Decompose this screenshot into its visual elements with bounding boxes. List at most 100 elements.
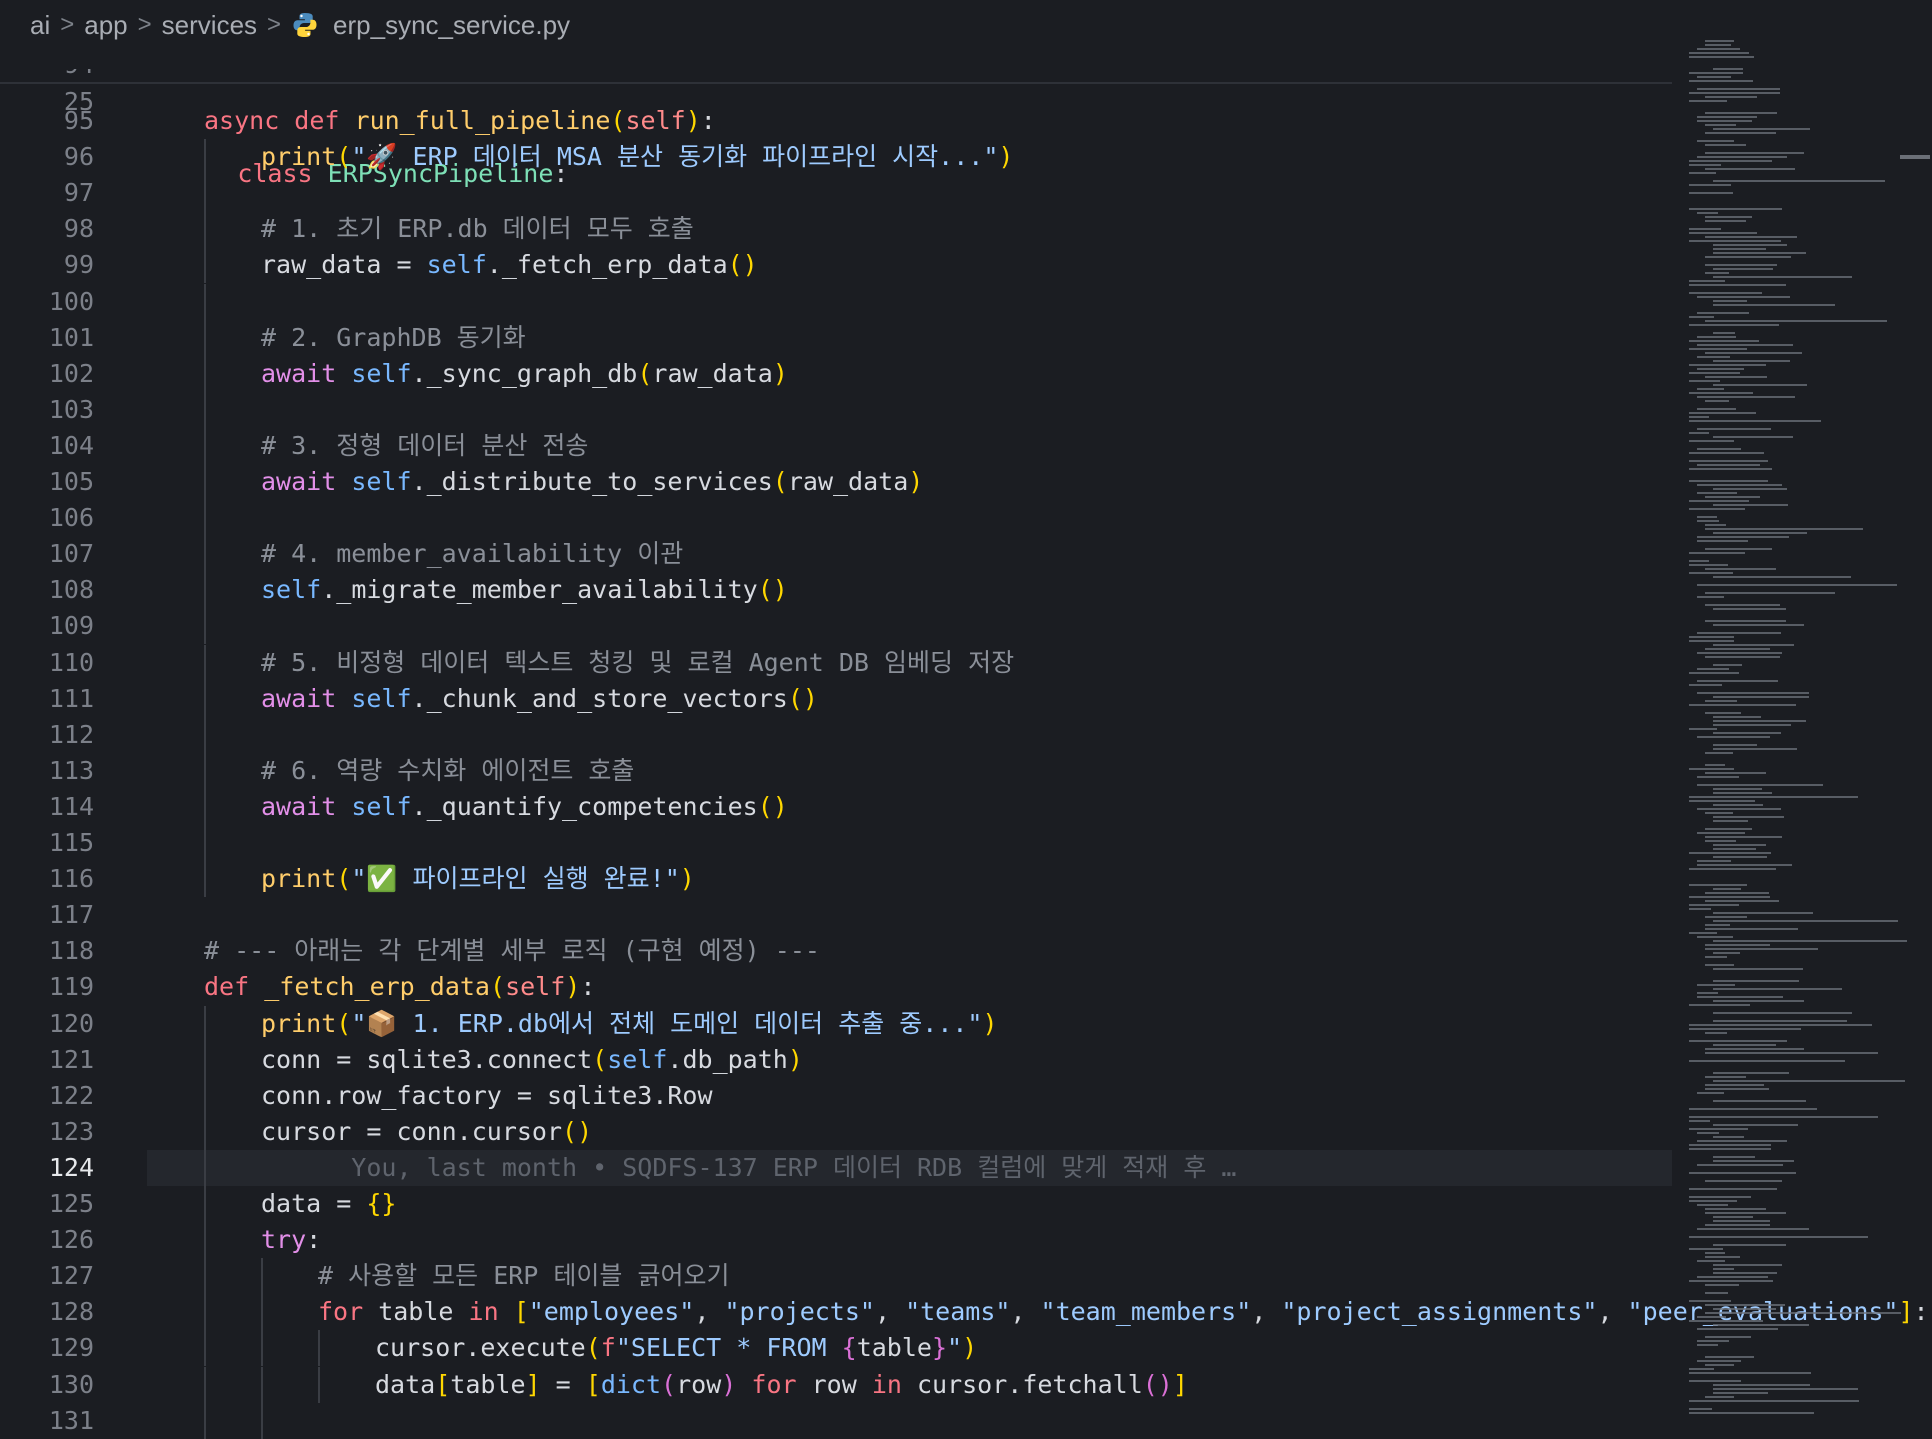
- minimap[interactable]: [1684, 40, 1914, 1422]
- minimap-line: [1697, 1328, 1779, 1330]
- minimap-line: [1705, 220, 1747, 222]
- minimap-line: [1689, 364, 1766, 366]
- indent-guide: [318, 1330, 320, 1367]
- code-line[interactable]: 99 raw_data = self._fetch_erp_data(): [0, 247, 1672, 284]
- minimap-line: [1697, 680, 1779, 682]
- minimap-line: [1713, 1308, 1777, 1310]
- indent-guide: [204, 608, 206, 645]
- minimap-line: [1705, 1336, 1751, 1338]
- minimap-line: [1689, 1004, 1750, 1006]
- indent-guide: [204, 680, 206, 717]
- minimap-line: [1689, 684, 1722, 686]
- code-line[interactable]: 109: [0, 608, 1672, 645]
- code-line: 94: [0, 69, 1672, 83]
- code-line[interactable]: 120 print("📦 1. ERP.db에서 전체 도메인 데이터 추출 중.…: [0, 1005, 1672, 1042]
- minimap-line: [1705, 840, 1736, 842]
- indent-guide: [204, 1005, 206, 1042]
- code-line[interactable]: 121 conn = sqlite3.connect(self.db_path): [0, 1041, 1672, 1078]
- minimap-line: [1705, 548, 1773, 550]
- minimap-line: [1713, 988, 1843, 990]
- line-number: 102: [48, 358, 94, 388]
- minimap-line: [1705, 924, 1730, 926]
- indent-guide: [204, 464, 206, 500]
- breadcrumb-file[interactable]: erp_sync_service.py: [333, 10, 570, 41]
- minimap-line: [1689, 240, 1781, 242]
- breadcrumb-item-services[interactable]: services: [162, 10, 257, 41]
- code-text: data = {}: [261, 1189, 397, 1218]
- code-line[interactable]: 100: [0, 283, 1672, 320]
- code-text: await self._distribute_to_services(raw_d…: [261, 467, 924, 496]
- code-line[interactable]: 97: [0, 175, 1672, 212]
- minimap-line: [1689, 672, 1739, 674]
- minimap-line: [1697, 212, 1718, 214]
- minimap-line: [1689, 908, 1712, 910]
- line-number: 95: [63, 106, 94, 135]
- code-line[interactable]: 112: [0, 716, 1672, 753]
- code-line[interactable]: 117: [0, 897, 1672, 933]
- code-line[interactable]: 131: [0, 1402, 1672, 1439]
- code-line[interactable]: 118 # --- 아래는 각 단계별 세부 로직 (구현 예정) ---: [0, 933, 1672, 969]
- minimap-line: [1713, 844, 1767, 846]
- code-line[interactable]: 101 # 2. GraphDB 동기화: [0, 319, 1672, 356]
- minimap-line: [1689, 1040, 1788, 1042]
- code-line[interactable]: 127 # 사용할 모든 ERP 테이블 긁어오기: [0, 1258, 1672, 1295]
- minimap-line: [1697, 48, 1740, 50]
- minimap-line: [1705, 1224, 1770, 1226]
- minimap-line: [1689, 292, 1762, 294]
- minimap-line: [1697, 464, 1760, 466]
- indent-guide: [204, 1366, 206, 1403]
- minimap-line: [1689, 52, 1749, 54]
- breadcrumb-item-ai[interactable]: ai: [30, 10, 50, 41]
- minimap-line: [1705, 956, 1728, 958]
- minimap-line: [1713, 848, 1757, 850]
- indent-guide: [204, 1077, 206, 1114]
- code-line[interactable]: 111 await self._chunk_and_store_vectors(): [0, 680, 1672, 717]
- code-line[interactable]: 104 # 3. 정형 데이터 분산 전송: [0, 427, 1672, 464]
- code-line[interactable]: 119 def _fetch_erp_data(self):: [0, 969, 1672, 1005]
- minimap-line: [1697, 356, 1730, 358]
- indent-guide: [204, 1258, 206, 1295]
- line-number: 104: [48, 430, 94, 460]
- code-line[interactable]: 98 # 1. 초기 ERP.db 데이터 모두 호출: [0, 211, 1672, 248]
- code-line[interactable]: 130 data[table] = [dict(row) for row in c…: [0, 1366, 1672, 1403]
- minimap-line: [1705, 604, 1781, 606]
- code-line[interactable]: 115: [0, 825, 1672, 861]
- breadcrumb-item-app[interactable]: app: [84, 10, 127, 41]
- code-line[interactable]: 107 # 4. member_availability 이관: [0, 536, 1672, 573]
- code-line[interactable]: 123 cursor = conn.cursor(): [0, 1113, 1672, 1150]
- code-line[interactable]: 122 conn.row_factory = sqlite3.Row: [0, 1077, 1672, 1114]
- code-line[interactable]: 129 cursor.execute(f"SELECT * FROM {table…: [0, 1330, 1672, 1367]
- minimap-line: [1713, 1384, 1810, 1386]
- code-line[interactable]: 106: [0, 500, 1672, 537]
- code-line[interactable]: 128 for table in ["employees", "projects"…: [0, 1294, 1929, 1331]
- code-line[interactable]: 105 await self._distribute_to_services(ra…: [0, 464, 1672, 500]
- minimap-line: [1689, 564, 1729, 566]
- current-code-line[interactable]: 124 You, last month • SQDFS-137 ERP 데이터 …: [49, 1149, 1672, 1186]
- minimap-line: [1705, 1312, 1901, 1314]
- code-line[interactable]: 114 await self._quantify_competencies(): [0, 788, 1672, 825]
- code-line[interactable]: 103: [0, 391, 1672, 428]
- minimap-line: [1697, 448, 1741, 450]
- code-line[interactable]: 102 await self._sync_graph_db(raw_data): [0, 355, 1672, 392]
- code-line[interactable]: 113 # 6. 역량 수치화 에이전트 호출: [0, 752, 1672, 789]
- minimap-line: [1705, 836, 1782, 838]
- minimap-line: [1705, 1208, 1767, 1210]
- code-line[interactable]: 96 print("🚀 ERP 데이터 MSA 분산 동기화 파이프라인 시작..…: [0, 139, 1672, 176]
- code-line[interactable]: 95 async def run_full_pipeline(self):: [0, 103, 1672, 139]
- minimap-line: [1705, 400, 1730, 402]
- code-line[interactable]: 126 try:: [0, 1222, 1672, 1259]
- minimap-line: [1697, 668, 1729, 670]
- minimap-line: [1713, 1072, 1789, 1074]
- minimap-line: [1689, 420, 1821, 422]
- minimap-line: [1713, 968, 1804, 970]
- minimap-line: [1697, 408, 1737, 410]
- code-line[interactable]: 110 # 5. 비정형 데이터 텍스트 청킹 및 로컬 Agent DB 임베딩…: [0, 644, 1672, 681]
- code-line[interactable]: 116 print("✅ 파이프라인 실행 완료!"): [0, 861, 1672, 898]
- minimap-line: [1697, 76, 1731, 78]
- code-line[interactable]: 125 data = {}: [0, 1186, 1672, 1222]
- minimap-line: [1689, 884, 1747, 886]
- indent-guide: [204, 175, 206, 212]
- code-line[interactable]: 108 self._migrate_member_availability(): [0, 572, 1672, 609]
- minimap-line: [1713, 252, 1807, 254]
- scrollbar-thumb[interactable]: [1900, 155, 1930, 159]
